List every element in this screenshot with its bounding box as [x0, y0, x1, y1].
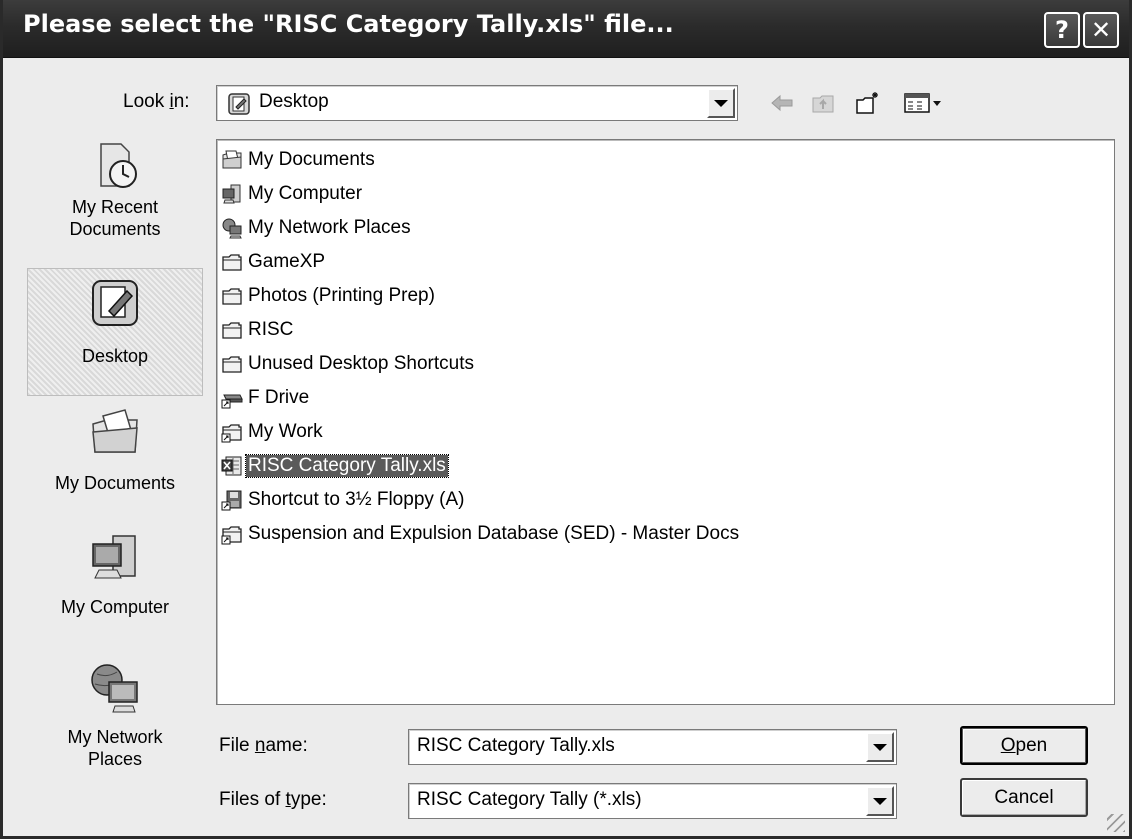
place-label: My Network Places: [67, 727, 163, 769]
new-folder-icon[interactable]: [855, 90, 881, 116]
network-drive-shortcut-icon: [221, 394, 243, 409]
place-my-network-places[interactable]: My Network Places: [27, 660, 203, 788]
list-item[interactable]: Shortcut to 3½ Floppy (A): [221, 485, 467, 515]
place-my-recent-documents[interactable]: My Recent Documents: [27, 138, 203, 266]
back-arrow-icon[interactable]: [769, 90, 795, 116]
list-item[interactable]: GameXP: [221, 247, 327, 277]
close-button[interactable]: ✕: [1083, 12, 1119, 48]
recent-documents-icon: [100, 143, 137, 188]
help-button[interactable]: ?: [1044, 12, 1080, 48]
list-item[interactable]: My Work: [221, 417, 325, 447]
title-bar[interactable]: Please select the "RISC Category Tally.x…: [3, 0, 1129, 58]
help-icon: ?: [1055, 16, 1069, 44]
look-in-dropdown-button[interactable]: [707, 88, 735, 118]
my-documents-icon: [92, 409, 138, 453]
file-name-label: File name:: [219, 735, 308, 756]
resize-grip[interactable]: [1107, 814, 1125, 832]
chevron-down-icon: [714, 99, 728, 107]
file-list[interactable]: My Documents My Computer My Network Plac…: [216, 139, 1115, 705]
place-my-computer[interactable]: My Computer: [27, 530, 203, 640]
folder-icon: [222, 322, 242, 339]
my-documents-icon: [222, 150, 242, 169]
list-item[interactable]: Photos (Printing Prep): [221, 281, 437, 311]
file-type-dropdown[interactable]: RISC Category Tally (*.xls): [408, 783, 897, 819]
list-item[interactable]: RISC: [221, 315, 295, 345]
list-item[interactable]: Unused Desktop Shortcuts: [221, 349, 476, 379]
close-icon: ✕: [1090, 16, 1112, 44]
look-in-label: Look in:: [123, 91, 190, 112]
open-button[interactable]: Open: [960, 726, 1088, 765]
file-name-input[interactable]: RISC Category Tally.xls: [408, 729, 897, 765]
places-bar: My Recent Documents Desktop My Documents: [27, 138, 203, 788]
my-computer-icon: [222, 184, 241, 204]
floppy-shortcut-icon: [221, 490, 242, 511]
list-item-selected[interactable]: RISC Category Tally.xls: [221, 451, 449, 481]
list-item[interactable]: My Computer: [221, 179, 364, 209]
look-in-dropdown[interactable]: Desktop: [216, 85, 738, 121]
views-menu-icon[interactable]: [903, 90, 943, 116]
list-item[interactable]: My Documents: [221, 145, 377, 175]
file-name-dropdown-button[interactable]: [866, 732, 894, 762]
place-label: Desktop: [81, 346, 149, 366]
chevron-down-icon: [873, 743, 887, 751]
folder-shortcut-icon: [221, 424, 242, 443]
network-places-icon: [91, 664, 138, 713]
desktop-icon: [228, 93, 250, 115]
place-desktop[interactable]: Desktop: [27, 268, 203, 396]
desktop-icon: [92, 280, 138, 326]
up-folder-icon[interactable]: [811, 90, 837, 116]
list-item[interactable]: Suspension and Expulsion Database (SED) …: [221, 519, 741, 549]
folder-icon: [222, 254, 242, 271]
file-type-dropdown-button[interactable]: [866, 786, 894, 816]
file-open-dialog: Please select the "RISC Category Tally.x…: [0, 0, 1132, 839]
file-type-label: Files of type:: [219, 789, 327, 810]
place-my-documents[interactable]: My Documents: [27, 406, 203, 516]
file-name-value: RISC Category Tally.xls: [417, 735, 615, 756]
cancel-button[interactable]: Cancel: [960, 778, 1088, 817]
place-label: My Recent Documents: [69, 197, 161, 239]
place-label: My Computer: [60, 597, 170, 617]
folder-icon: [222, 288, 242, 305]
excel-file-icon: [221, 456, 242, 476]
folder-shortcut-icon: [221, 526, 242, 545]
file-type-value: RISC Category Tally (*.xls): [417, 789, 642, 810]
list-item[interactable]: F Drive: [221, 383, 311, 413]
look-in-value: Desktop: [259, 91, 329, 112]
my-computer-icon: [92, 535, 136, 579]
place-label: My Documents: [54, 473, 176, 493]
network-places-icon: [222, 218, 242, 239]
chevron-down-icon: [873, 797, 887, 805]
dialog-title: Please select the "RISC Category Tally.x…: [23, 10, 674, 38]
folder-icon: [222, 356, 242, 373]
list-item[interactable]: My Network Places: [221, 213, 413, 243]
